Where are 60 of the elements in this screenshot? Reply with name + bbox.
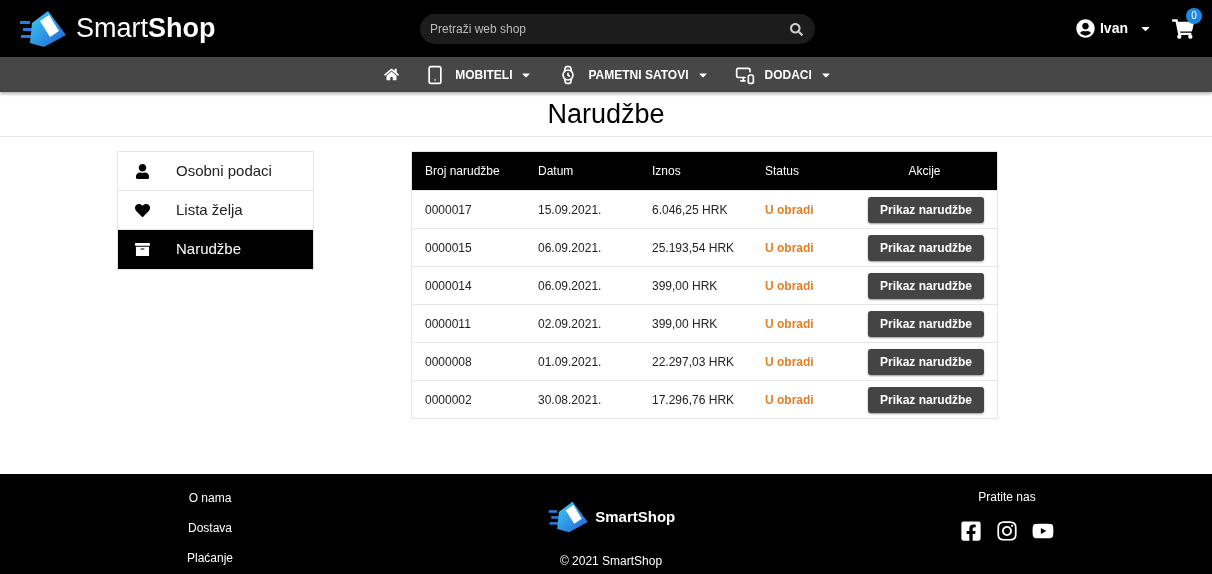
status-label: U obradi	[765, 315, 815, 333]
instagram-icon[interactable]	[996, 520, 1018, 542]
column-header: Iznos	[652, 163, 682, 180]
category-menu[interactable]: DODACI	[764, 65, 832, 84]
table-cell-text: 06.09.2021.	[538, 239, 603, 257]
footer-link[interactable]: Plaćanje	[187, 549, 233, 567]
status-label: U obradi	[765, 353, 815, 371]
view-order-button[interactable]: Prikaz narudžbe	[867, 386, 984, 413]
sidebar-item[interactable]: Narudžbe	[118, 230, 313, 269]
table-cell-text: 22.297,03 HRK	[652, 353, 736, 371]
table-cell-text: 0000008	[425, 353, 473, 371]
table-cell-text: 30.08.2021.	[538, 391, 603, 409]
table-cell-text: 399,00 HRK	[652, 277, 719, 295]
table-cell-text: 0000002	[425, 391, 473, 409]
status-label: U obradi	[765, 277, 815, 295]
copyright-text: © 2021 SmartShop	[559, 553, 663, 570]
table-cell-text: 17.296,76 HRK	[652, 391, 736, 409]
cart-count-badge: 0	[1186, 7, 1202, 24]
footer-link[interactable]: Dostava	[188, 519, 232, 537]
status-label: U obradi	[765, 391, 815, 409]
heart-icon	[135, 202, 150, 218]
status-label: U obradi	[765, 201, 815, 219]
table-cell-text: 01.09.2021.	[538, 353, 603, 371]
table-cell-text: 0000015	[425, 239, 473, 257]
column-header: Datum	[538, 163, 575, 180]
category-menu[interactable]: PAMETNI SATOVI	[588, 65, 709, 84]
table-cell-text: 06.09.2021.	[538, 277, 603, 295]
view-order-button[interactable]: Prikaz narudžbe	[867, 196, 984, 223]
view-order-button[interactable]: Prikaz narudžbe	[867, 272, 984, 299]
archive-icon	[135, 242, 150, 257]
status-label: U obradi	[765, 239, 815, 257]
table-cell-text: 399,00 HRK	[652, 315, 719, 333]
column-header: Broj narudžbe	[425, 163, 501, 180]
follow-heading: Pratite nas	[978, 489, 1036, 506]
footer-link[interactable]: O nama	[188, 489, 232, 507]
facebook-icon[interactable]	[960, 520, 982, 542]
table-cell-text: 0000011	[425, 315, 472, 333]
page-title: Narudžbe	[547, 97, 665, 131]
user-icon	[135, 163, 150, 179]
logo-text[interactable]: SmartShop	[76, 8, 216, 49]
table-cell-text: 25.193,54 HRK	[652, 239, 736, 257]
table-cell-text: 0000014	[425, 277, 473, 295]
logo-text[interactable]: SmartShop	[595, 505, 676, 529]
logo-icon	[546, 500, 590, 534]
account-icon	[1076, 19, 1095, 38]
column-header: Akcije	[907, 163, 942, 180]
table-cell-text: 15.09.2021.	[538, 201, 603, 219]
table-cell-text: 6.046,25 HRK	[652, 201, 729, 219]
column-header: Status	[765, 163, 801, 180]
table-cell-text: 02.09.2021.	[538, 315, 603, 333]
view-order-button[interactable]: Prikaz narudžbe	[867, 310, 984, 337]
logo-icon	[18, 8, 68, 49]
home-icon[interactable]	[384, 67, 400, 82]
view-order-button[interactable]: Prikaz narudžbe	[867, 234, 984, 261]
search-icon[interactable]	[790, 22, 803, 36]
search-field[interactable]: Pretraži web shop	[420, 13, 815, 44]
table-cell-text: 0000017	[425, 201, 473, 219]
category-menu[interactable]: MOBITELI	[455, 65, 533, 84]
user-menu[interactable]: Ivan	[1076, 18, 1152, 39]
view-order-button[interactable]: Prikaz narudžbe	[867, 348, 984, 375]
